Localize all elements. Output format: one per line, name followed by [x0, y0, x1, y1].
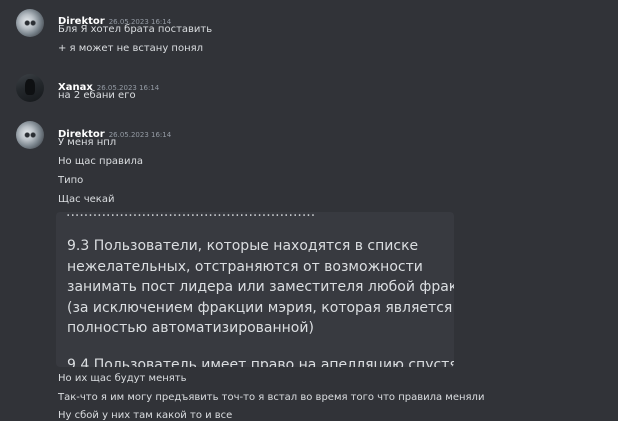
- message-text: + я может не встану понял: [58, 43, 204, 54]
- rules-text-line: нежелательных, отстраняются от возможнос…: [67, 258, 423, 275]
- message-text: на 2 ебани его: [58, 90, 136, 101]
- rules-screenshot-attachment[interactable]: ........................................…: [56, 212, 454, 367]
- avatar[interactable]: [16, 121, 44, 149]
- avatar[interactable]: [16, 9, 44, 37]
- message-text: Так-что я им могу предъявить точ-то я вс…: [58, 392, 485, 403]
- message-text: У меня нпл: [58, 137, 117, 148]
- cut-off-text: ........................................…: [66, 212, 316, 220]
- message-text: Но их щас будут менять: [58, 373, 187, 384]
- rules-text-line: (за исключением фракции мэрия, которая я…: [67, 299, 453, 316]
- rules-text-line: 9.3 Пользователи, которые находятся в сп…: [67, 238, 419, 254]
- message-text: Типо: [58, 175, 84, 186]
- rules-text-line: полностью автоматизированной): [67, 320, 314, 336]
- timestamp: 26.05.2023 16:14: [108, 131, 172, 139]
- message-text: Ну сбой у них там какой то и все: [58, 410, 233, 421]
- rules-text-line: занимать пост лидера или заместителя люб…: [67, 279, 454, 295]
- rules-text-line: 9.4 Пользователь имеет право на апелляци…: [67, 357, 454, 367]
- avatar[interactable]: [16, 74, 44, 102]
- message-text: Но щас правила: [58, 156, 143, 167]
- message-text: Бля Я хотел брата поставить: [58, 24, 213, 35]
- message-text: Щас чекай: [58, 194, 115, 205]
